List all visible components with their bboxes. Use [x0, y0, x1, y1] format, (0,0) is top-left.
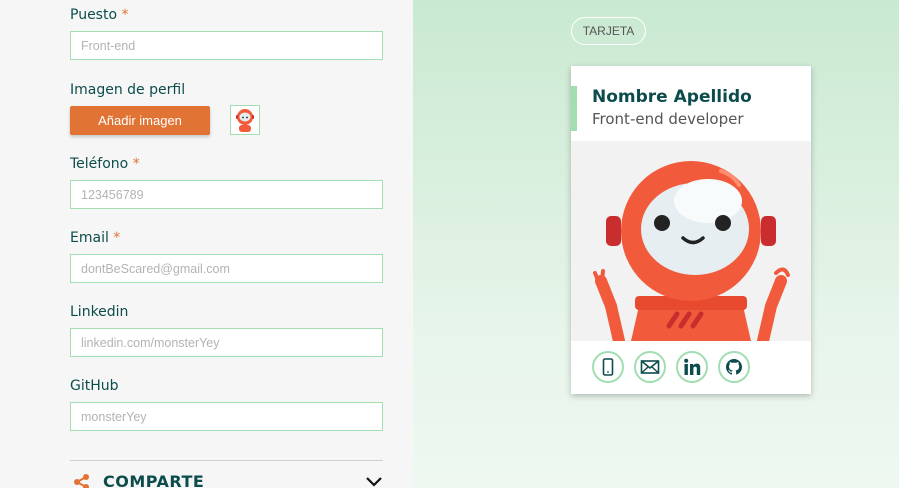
- robot-thumbnail-icon: [236, 109, 254, 132]
- social-links: [592, 351, 750, 383]
- add-image-button[interactable]: Añadir imagen: [70, 106, 210, 135]
- card-job: Front-end developer: [592, 110, 744, 128]
- imagen-label: Imagen de perfil: [70, 82, 186, 98]
- share-icon: [74, 474, 89, 488]
- linkedin-input[interactable]: [70, 328, 383, 357]
- github-link[interactable]: [718, 351, 750, 383]
- share-section-header[interactable]: COMPARTE: [70, 460, 383, 488]
- github-icon: [726, 359, 742, 375]
- mail-link[interactable]: [634, 351, 666, 383]
- share-title: COMPARTE: [103, 472, 205, 488]
- linkedin-label: Linkedin: [70, 304, 129, 320]
- card-name: Nombre Apellido: [592, 87, 752, 107]
- profile-card: Nombre Apellido Front-end developer: [571, 66, 811, 394]
- puesto-input[interactable]: [70, 31, 383, 60]
- phone-link[interactable]: [592, 351, 624, 383]
- linkedin-icon: [684, 358, 701, 375]
- telefono-input[interactable]: [70, 180, 383, 209]
- form-panel: Puesto * Imagen de perfil Añadir imagen …: [0, 0, 413, 488]
- github-label: GitHub: [70, 378, 119, 394]
- chevron-down-icon[interactable]: [365, 476, 383, 488]
- puesto-label: Puesto *: [70, 7, 129, 23]
- phone-icon: [602, 358, 614, 376]
- mail-icon: [640, 360, 660, 374]
- github-input[interactable]: [70, 402, 383, 431]
- preview-panel: TARJETA Nombre Apellido Front-end develo…: [413, 0, 899, 488]
- telefono-label: Teléfono *: [70, 156, 140, 172]
- linkedin-link[interactable]: [676, 351, 708, 383]
- robot-avatar-icon: [593, 161, 790, 341]
- card-header: Nombre Apellido Front-end developer: [571, 86, 811, 131]
- email-label: Email *: [70, 230, 121, 246]
- card-image: [571, 141, 811, 341]
- email-input[interactable]: [70, 254, 383, 283]
- tab-tarjeta[interactable]: TARJETA: [571, 17, 646, 45]
- profile-thumbnail: [230, 105, 260, 135]
